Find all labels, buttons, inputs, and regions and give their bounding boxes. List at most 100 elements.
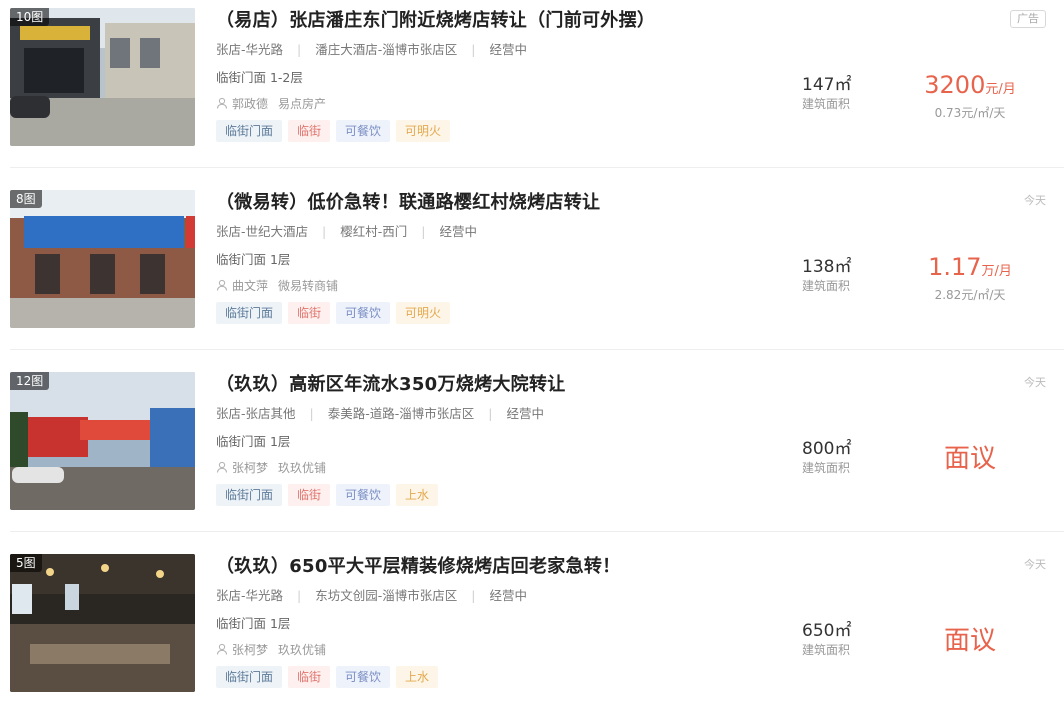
monthly-rent: 1.17万/月 [928, 253, 1012, 281]
area-value: 138㎡ [802, 257, 852, 277]
tag: 可餐饮 [336, 120, 391, 142]
person-icon [216, 643, 228, 655]
area-value: 800㎡ [802, 439, 852, 459]
listing-card[interactable]: 10图 （易店）张店潘庄东门附近烧烤店转让（门前可外摆） 张店-华光路 | 潘庄大酒… [0, 0, 1064, 182]
area-label: 建筑面积 [802, 279, 851, 293]
status-text: 经营中 [489, 588, 527, 603]
location-link[interactable]: 樱红村-西门 [340, 224, 407, 239]
divider [10, 349, 1064, 350]
floor-info: 临街门面 1层 [216, 434, 291, 449]
listing-title[interactable]: （微易转）低价急转！联通路樱红村烧烤店转让 [216, 190, 600, 216]
listing-card[interactable]: 12图 （玖玖）高新区年流水350万烧烤大院转让 张店-张店其他 | 泰美路-道路-… [0, 364, 1064, 546]
status-text: 经营中 [489, 42, 527, 57]
listing-meta: 张店-张店其他 | 泰美路-道路-淄博市张店区 | 经营中 [216, 406, 544, 421]
floor-info: 临街门面 1-2层 [216, 70, 303, 85]
listing-photo[interactable]: 12图 [10, 372, 195, 510]
price-block: 1.17万/月 2.82元/㎡/天 [880, 252, 1060, 303]
divider [10, 167, 1064, 168]
district-link[interactable]: 张店-华光路 [216, 588, 283, 603]
status-text: 经营中 [439, 224, 477, 239]
area-block: 650㎡ 建筑面积 [802, 620, 872, 658]
listing-list: 10图 （易店）张店潘庄东门附近烧烤店转让（门前可外摆） 张店-华光路 | 潘庄大酒… [0, 0, 1064, 716]
listing-card[interactable]: 5图 （玖玖）650平大平层精装修烧烤店回老家急转！ 张店-华光路 | 东坊文创园-… [0, 546, 1064, 716]
tag: 可餐饮 [336, 302, 391, 324]
person-icon [216, 97, 228, 109]
area-block: 147㎡ 建筑面积 [802, 74, 872, 112]
floor-info: 临街门面 1层 [216, 616, 291, 631]
area-value: 147㎡ [802, 75, 852, 95]
tag: 临街 [288, 302, 331, 324]
photo-count-badge: 8图 [10, 190, 42, 208]
listing-title[interactable]: （玖玖）高新区年流水350万烧烤大院转让 [216, 372, 566, 398]
status-text: 经营中 [506, 406, 544, 421]
tag: 可餐饮 [336, 484, 391, 506]
area-label: 建筑面积 [802, 461, 851, 475]
listing-title[interactable]: （易店）张店潘庄东门附近烧烤店转让（门前可外摆） [216, 8, 655, 34]
floor-info: 临街门面 1层 [216, 252, 291, 267]
person-icon [216, 461, 228, 473]
tag: 临街 [288, 120, 331, 142]
divider [10, 531, 1064, 532]
post-date: 今天 [1024, 558, 1046, 571]
daily-rent: 0.73元/㎡/天 [934, 106, 1006, 120]
tag: 临街门面 [216, 302, 283, 324]
tag: 可明火 [396, 120, 451, 142]
agent-info: 曲文萍 微易转商铺 [216, 276, 338, 296]
listing-card[interactable]: 8图 （微易转）低价急转！联通路樱红村烧烤店转让 张店-世纪大酒店 | 樱红村-西门… [0, 182, 1064, 364]
tag: 上水 [396, 484, 439, 506]
area-value: 650㎡ [802, 621, 852, 641]
agent-company[interactable]: 易点房产 [278, 97, 326, 111]
tag: 临街 [288, 666, 331, 688]
photo-count-badge: 10图 [10, 8, 50, 26]
district-link[interactable]: 张店-世纪大酒店 [216, 224, 308, 239]
location-link[interactable]: 东坊文创园-淄博市张店区 [315, 588, 457, 603]
tag-list: 临街门面 临街 可餐饮 可明火 [216, 302, 456, 324]
listing-meta: 张店-世纪大酒店 | 樱红村-西门 | 经营中 [216, 224, 477, 239]
area-block: 138㎡ 建筑面积 [802, 256, 872, 294]
price-block: 面议 [880, 616, 1060, 656]
location-link[interactable]: 泰美路-道路-淄博市张店区 [328, 406, 475, 421]
post-date: 今天 [1024, 194, 1046, 207]
photo-count-badge: 12图 [10, 372, 50, 390]
daily-rent: 2.82元/㎡/天 [934, 288, 1006, 302]
listing-meta: 张店-华光路 | 东坊文创园-淄博市张店区 | 经营中 [216, 588, 527, 603]
tag-list: 临街门面 临街 可餐饮 可明火 [216, 120, 456, 142]
agent-company[interactable]: 玖玖优铺 [278, 643, 326, 657]
tag: 可明火 [396, 302, 451, 324]
tag: 上水 [396, 666, 439, 688]
price-negotiable: 面议 [943, 444, 996, 474]
listing-photo[interactable]: 8图 [10, 190, 195, 328]
agent-company[interactable]: 微易转商铺 [278, 279, 338, 293]
person-icon [216, 279, 228, 291]
agent-company[interactable]: 玖玖优铺 [278, 461, 326, 475]
listing-photo[interactable]: 5图 [10, 554, 195, 692]
price-block: 3200元/月 0.73元/㎡/天 [880, 70, 1060, 121]
tag: 临街门面 [216, 120, 283, 142]
tag: 临街 [288, 484, 331, 506]
area-label: 建筑面积 [802, 643, 851, 657]
agent-name[interactable]: 张柯梦 [232, 461, 268, 475]
photo-count-badge: 5图 [10, 554, 42, 572]
monthly-rent: 3200元/月 [924, 71, 1016, 99]
listing-photo[interactable]: 10图 [10, 8, 195, 146]
agent-info: 郭政德 易点房产 [216, 94, 326, 114]
price-block: 面议 [880, 434, 1060, 474]
listing-title[interactable]: （玖玖）650平大平层精装修烧烤店回老家急转！ [216, 554, 620, 580]
location-link[interactable]: 潘庄大酒店-淄博市张店区 [315, 42, 457, 57]
area-block: 800㎡ 建筑面积 [802, 438, 872, 476]
tag-list: 临街门面 临街 可餐饮 上水 [216, 666, 444, 688]
agent-name[interactable]: 曲文萍 [232, 279, 268, 293]
agent-name[interactable]: 郭政德 [232, 97, 268, 111]
district-link[interactable]: 张店-张店其他 [216, 406, 296, 421]
agent-info: 张柯梦 玖玖优铺 [216, 458, 326, 478]
district-link[interactable]: 张店-华光路 [216, 42, 283, 57]
area-label: 建筑面积 [802, 97, 851, 111]
tag: 临街门面 [216, 484, 283, 506]
agent-info: 张柯梦 玖玖优铺 [216, 640, 326, 660]
ad-badge: 广告 [1010, 10, 1046, 28]
price-negotiable: 面议 [943, 626, 996, 656]
agent-name[interactable]: 张柯梦 [232, 643, 268, 657]
listing-meta: 张店-华光路 | 潘庄大酒店-淄博市张店区 | 经营中 [216, 42, 527, 57]
tag-list: 临街门面 临街 可餐饮 上水 [216, 484, 444, 506]
tag: 临街门面 [216, 666, 283, 688]
